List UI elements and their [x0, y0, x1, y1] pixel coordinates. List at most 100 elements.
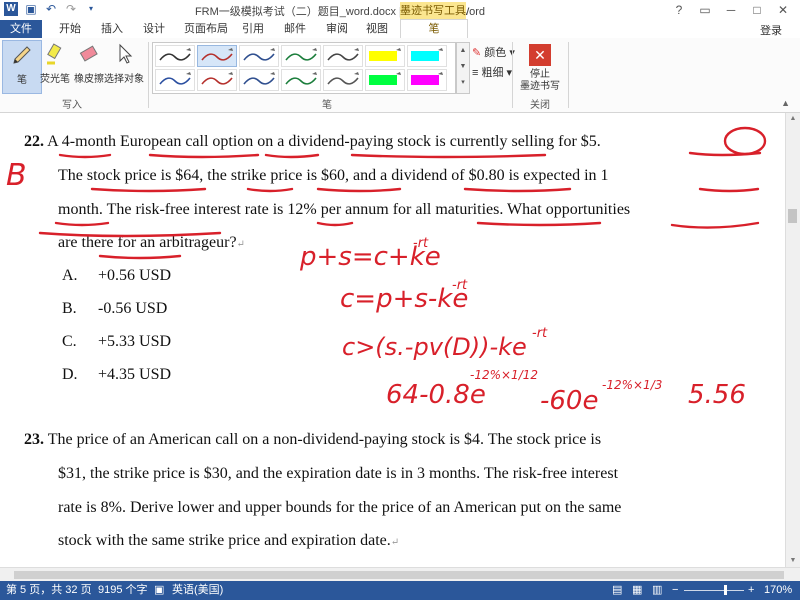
tab-review[interactable]: 审阅 — [322, 20, 352, 38]
pen-swatch[interactable] — [323, 69, 363, 91]
option-d[interactable]: D. +4.35 USD — [62, 366, 171, 384]
ink-underline-4month — [58, 153, 112, 159]
login-link[interactable]: 登录 — [760, 22, 782, 38]
pen-swatch[interactable] — [281, 69, 321, 91]
vertical-scrollbar[interactable]: ▲ ▼ — [785, 113, 800, 567]
highlighter-swatch[interactable] — [365, 45, 405, 67]
pen-swatch[interactable] — [155, 69, 195, 91]
color-dropdown[interactable]: ✎ 颜色 ▾ — [472, 44, 515, 60]
close-group-label: 关闭 — [530, 100, 550, 111]
pen-group-label: 笔 — [322, 100, 332, 111]
tab-file[interactable]: 文件 — [0, 20, 42, 38]
customize-qat-icon[interactable]: ▾ — [84, 2, 98, 16]
pen-swatch[interactable] — [239, 45, 279, 67]
zoom-slider[interactable] — [684, 590, 744, 591]
eraser-tool-button[interactable]: 橡皮擦 — [70, 40, 108, 92]
highlighter-tool-button[interactable]: 荧光笔 — [36, 40, 74, 92]
ink-underline-option — [264, 153, 320, 159]
scroll-down-icon[interactable]: ▼ — [786, 555, 800, 567]
ribbon-display-button[interactable]: ▭ — [692, 0, 718, 20]
weight-dropdown[interactable]: ≡ 粗细 ▾ — [472, 64, 512, 80]
zoom-level[interactable]: 170% — [764, 581, 792, 600]
document-area[interactable]: 22. A 4-month European call option on a … — [0, 113, 786, 567]
pen-gallery — [152, 42, 456, 94]
scroll-up-icon[interactable]: ▲ — [786, 113, 800, 125]
horizontal-scrollbar[interactable] — [0, 567, 800, 582]
ink-formula-4a: 64-0.8e — [386, 380, 486, 410]
q22-line-3: month. The risk-free interest rate is 12… — [58, 201, 631, 218]
tab-layout[interactable]: 页面布局 — [180, 20, 232, 38]
eraser-tool-label: 橡皮擦 — [74, 74, 104, 85]
gallery-up-icon[interactable]: ▲ — [457, 43, 469, 59]
language-indicator[interactable]: 英语(美国) — [172, 581, 223, 600]
color-icon: ✎ — [472, 47, 482, 59]
web-layout-icon[interactable]: ▥ — [652, 581, 662, 600]
highlighter-swatch[interactable] — [407, 45, 447, 67]
highlighter-icon — [47, 43, 62, 65]
pen-swatch[interactable] — [155, 45, 195, 67]
tab-home[interactable]: 开始 — [52, 20, 88, 38]
tab-mailings[interactable]: 邮件 — [280, 20, 310, 38]
ink-underline-stock-price — [90, 187, 207, 193]
gallery-down-icon[interactable]: ▼ — [457, 59, 469, 75]
ink-underline-month — [54, 221, 110, 227]
word-count[interactable]: 9195 个字 — [98, 581, 148, 600]
ink-underline-12 — [316, 221, 354, 227]
zoom-out-icon[interactable]: − — [672, 581, 678, 600]
vertical-scroll-thumb[interactable] — [788, 209, 797, 223]
q23-line-1: 23. The price of an American call on a n… — [24, 431, 602, 448]
tab-design[interactable]: 设计 — [136, 20, 172, 38]
ink-formula-4b-exp: -12%×1/3 — [602, 378, 662, 392]
ink-formula-1: p+s=c+ke — [299, 242, 441, 272]
help-button[interactable]: ? — [666, 0, 692, 20]
option-a[interactable]: A. +0.56 USD — [62, 267, 171, 285]
save-icon[interactable]: ▣ — [24, 2, 38, 16]
q22-line-4: are there for an arbitrageur?↵ — [58, 234, 245, 251]
horizontal-scroll-thumb[interactable] — [14, 571, 784, 579]
pen-swatch[interactable] — [197, 69, 237, 91]
minimize-button[interactable]: ─ — [718, 0, 744, 20]
page-count[interactable]: 第 5 页，共 32 页 — [6, 581, 92, 600]
ink-underline-all-maturities — [476, 221, 602, 227]
highlighter-swatch[interactable] — [407, 69, 447, 91]
stop-inking-button[interactable]: ✕ 停止 墨迹书写 — [516, 42, 564, 93]
proofing-icon[interactable]: ▣ — [154, 581, 164, 600]
q23-line-3: rate is 8%. Derive lower and upper bound… — [58, 499, 622, 516]
gallery-scroll[interactable]: ▲ ▼ ▾ — [456, 42, 470, 94]
ink-tools-context-label: 墨迹书写工具 — [400, 2, 466, 20]
pen-swatch[interactable] — [323, 45, 363, 67]
q23-line-4: stock with the same strike price and exp… — [58, 532, 400, 549]
ink-formula-4b: -60e — [540, 386, 598, 416]
maximize-button[interactable]: □ — [744, 0, 770, 20]
tab-insert[interactable]: 插入 — [94, 20, 130, 38]
paragraph-mark: ↵ — [390, 537, 400, 548]
pen-swatch[interactable] — [239, 69, 279, 91]
tab-pen[interactable]: 笔 — [400, 19, 468, 40]
ink-result: 5.56 — [688, 380, 746, 410]
select-objects-button[interactable]: 选择对象 — [104, 40, 144, 92]
pen-swatch[interactable] — [281, 45, 321, 67]
select-arrow-icon — [119, 43, 133, 64]
redo-icon[interactable]: ↷ — [64, 2, 78, 16]
window-controls: ? ▭ ─ □ ✕ — [666, 0, 796, 20]
tab-view[interactable]: 视图 — [362, 20, 392, 38]
highlighter-swatch[interactable] — [365, 69, 405, 91]
tab-references[interactable]: 引用 — [238, 20, 268, 38]
ink-underline-dividend — [463, 187, 572, 193]
gallery-more-icon[interactable]: ▾ — [457, 75, 469, 91]
pen-swatch[interactable] — [197, 45, 237, 67]
ink-formula-3-exp: -rt — [532, 326, 548, 341]
word-app-icon: W — [4, 2, 18, 16]
ink-formula-1-exp: -rt — [413, 236, 429, 251]
highlighter-tool-label: 荧光笔 — [40, 74, 70, 85]
undo-icon[interactable]: ↶ — [44, 2, 58, 16]
option-b[interactable]: B. -0.56 USD — [62, 300, 167, 318]
ink-circle-5 — [723, 126, 767, 156]
zoom-in-icon[interactable]: + — [748, 581, 754, 600]
collapse-ribbon-icon[interactable]: ▲ — [781, 98, 790, 108]
option-c[interactable]: C. +5.33 USD — [62, 333, 171, 351]
zoom-slider-handle[interactable] — [724, 585, 727, 595]
close-button[interactable]: ✕ — [770, 0, 796, 20]
print-layout-icon[interactable]: ▦ — [632, 581, 642, 600]
read-mode-icon[interactable]: ▤ — [612, 581, 622, 600]
